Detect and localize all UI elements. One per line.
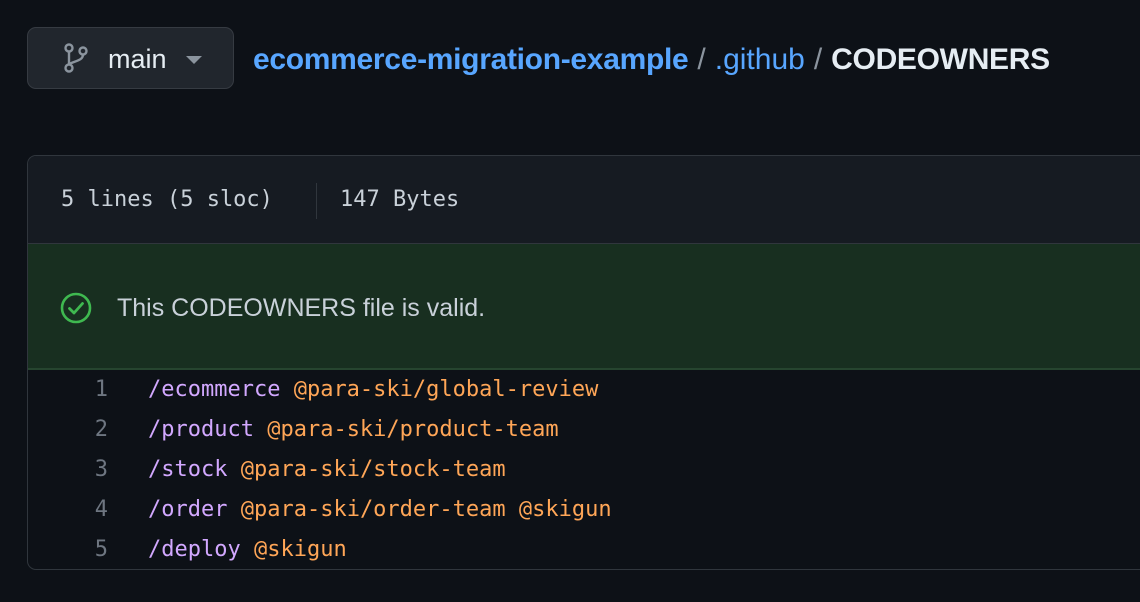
code-line: 5 /deploy @skigun — [28, 530, 1140, 569]
code-block: 1 /ecommerce @para-ski/global-review 2 /… — [28, 370, 1140, 569]
codeowners-valid-banner: This CODEOWNERS file is valid. — [28, 244, 1140, 370]
git-branch-icon — [62, 43, 90, 73]
code-line: 2 /product @para-ski/product-team — [28, 410, 1140, 450]
code-line: 4 /order @para-ski/order-team @skigun — [28, 490, 1140, 530]
file-viewer: 5 lines (5 sloc) 147 Bytes This CODEOWNE… — [27, 155, 1140, 570]
line-content: /product @para-ski/product-team — [148, 410, 559, 450]
path-token: /stock — [148, 457, 228, 482]
owner-token: @para-ski/global-review — [293, 377, 599, 402]
path-token: /order — [148, 497, 228, 522]
line-content: /ecommerce @para-ski/global-review — [148, 370, 598, 410]
owner-token: @para-ski/stock-team — [240, 457, 506, 482]
line-number[interactable]: 4 — [28, 490, 108, 530]
breadcrumb-separator: / — [813, 43, 823, 76]
breadcrumb-repo-link[interactable]: ecommerce-migration-example — [253, 40, 689, 80]
caret-down-icon — [186, 56, 202, 65]
owner-token: @para-ski/order-team @skigun — [240, 497, 612, 522]
line-number[interactable]: 2 — [28, 410, 108, 450]
breadcrumb-folder-link[interactable]: .github — [715, 40, 805, 80]
path-token: /product — [148, 417, 254, 442]
line-number[interactable]: 1 — [28, 370, 108, 410]
branch-selector-button[interactable]: main — [27, 27, 234, 89]
file-line-count: 5 lines (5 sloc) — [61, 187, 273, 212]
line-content: /deploy @skigun — [148, 530, 347, 569]
file-header: 5 lines (5 sloc) 147 Bytes — [28, 156, 1140, 244]
owner-token: @para-ski/product-team — [267, 417, 559, 442]
check-circle-icon — [60, 292, 92, 324]
line-number[interactable]: 3 — [28, 450, 108, 490]
breadcrumb: ecommerce-migration-example / .github / … — [253, 40, 1050, 80]
breadcrumb-current-file: CODEOWNERS — [831, 43, 1050, 76]
line-content: /stock @para-ski/stock-team — [148, 450, 506, 490]
line-content: /order @para-ski/order-team @skigun — [148, 490, 612, 530]
owner-token: @skigun — [253, 537, 347, 562]
path-token: /deploy — [148, 537, 241, 562]
path-token: /ecommerce — [148, 377, 281, 402]
file-size: 147 Bytes — [340, 187, 460, 212]
header-divider — [316, 183, 317, 219]
breadcrumb-separator: / — [697, 43, 706, 76]
validation-message: This CODEOWNERS file is valid. — [117, 294, 486, 322]
code-line: 1 /ecommerce @para-ski/global-review — [28, 370, 1140, 410]
code-line: 3 /stock @para-ski/stock-team — [28, 450, 1140, 490]
line-number[interactable]: 5 — [28, 530, 108, 569]
branch-name: main — [108, 44, 167, 74]
